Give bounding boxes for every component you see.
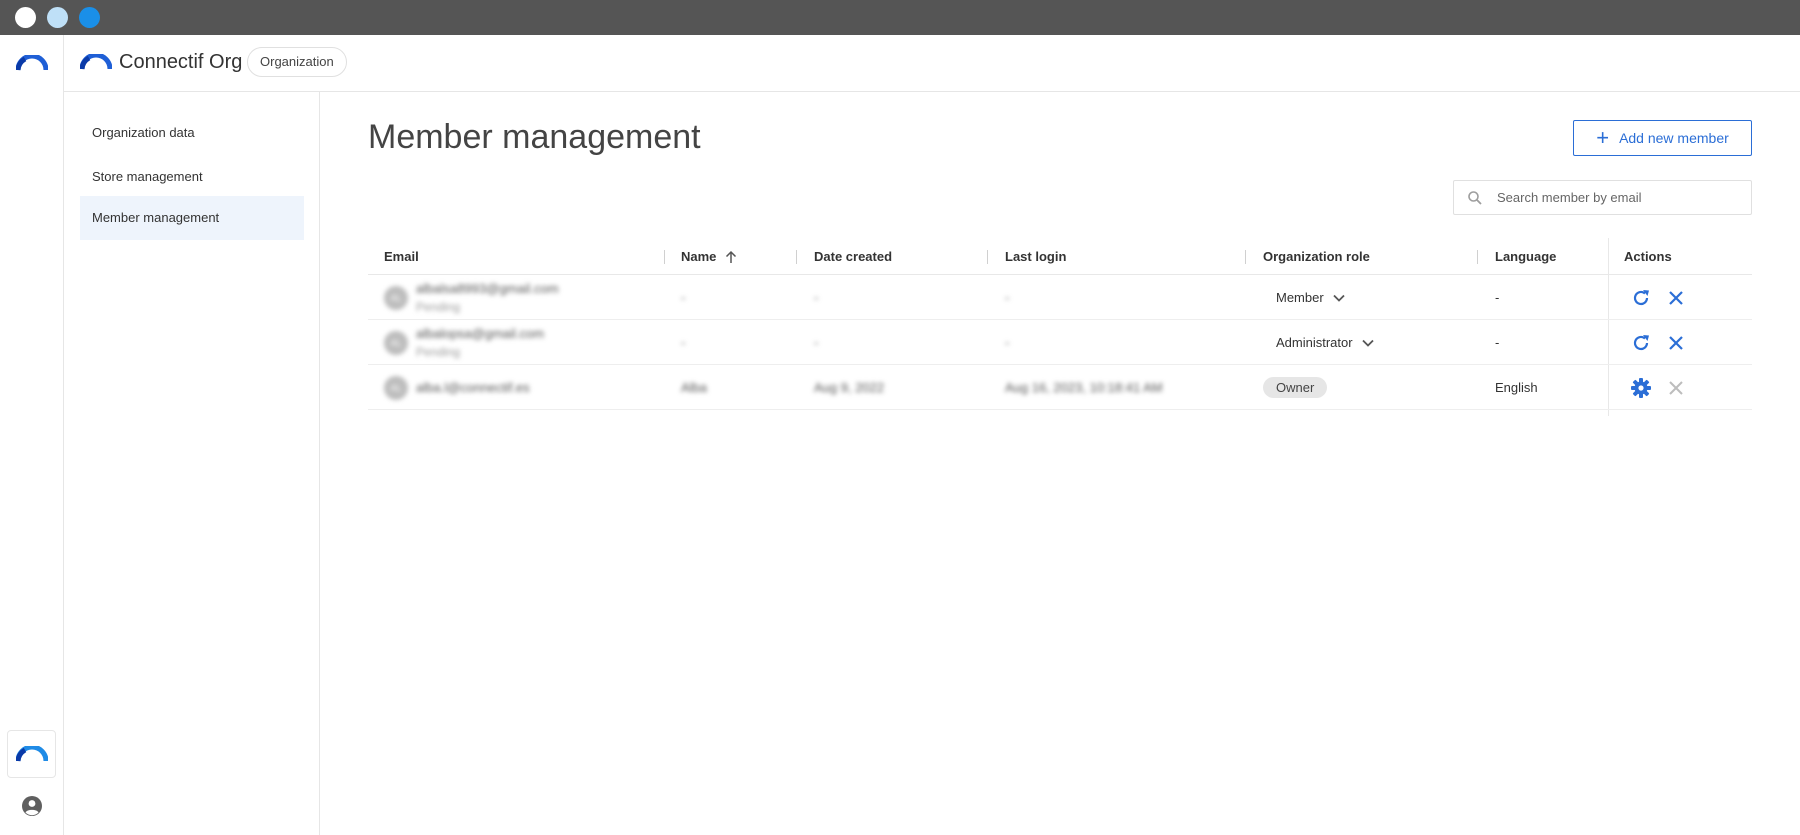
owner-role-badge: Owner <box>1263 377 1328 398</box>
column-header-name-label: Name <box>681 249 717 264</box>
settings-sidebar: Organization data Store management Membe… <box>64 92 320 835</box>
row-actions <box>1630 365 1686 410</box>
chevron-down-icon <box>1361 339 1374 347</box>
member-name: Alba <box>681 380 708 395</box>
org-type-badge: Organization <box>247 47 347 77</box>
refresh-icon <box>1633 289 1649 305</box>
search-member-input[interactable] <box>1497 190 1737 205</box>
member-language: - <box>1495 290 1500 305</box>
window-minimize-button[interactable] <box>47 7 68 28</box>
column-header-date-created[interactable]: Date created <box>814 238 892 275</box>
role-dropdown[interactable]: Member <box>1276 275 1346 320</box>
member-date-created: Aug 9, 2022 <box>814 380 885 395</box>
member-settings-button[interactable] <box>1630 377 1652 399</box>
org-switcher-button[interactable] <box>7 730 56 778</box>
member-name: - <box>681 290 686 305</box>
main-content: Member management + Add new member Email… <box>320 92 1800 835</box>
member-language: English <box>1495 380 1538 395</box>
chevron-down-icon <box>1333 294 1345 302</box>
row-actions <box>1630 320 1686 365</box>
role-dropdown-value: Administrator <box>1276 335 1353 350</box>
member-last-login: - <box>1005 335 1010 350</box>
org-name: Connectif Org <box>119 51 243 73</box>
close-icon <box>1669 335 1683 350</box>
window-titlebar <box>0 0 1800 35</box>
column-header-name[interactable]: Name <box>681 238 738 275</box>
page-title: Member management <box>368 118 701 156</box>
table-row: AL alba.l@connectif.es Alba Aug 9, 2022 … <box>368 365 1752 410</box>
member-email: albalsa8993@gmail.com <box>416 280 559 296</box>
add-new-member-label: Add new member <box>1619 130 1729 146</box>
connectif-logo-icon <box>15 746 48 762</box>
owner-role-cell: Owner <box>1263 365 1328 410</box>
close-icon <box>1669 380 1683 395</box>
member-email: alba.l@connectif.es <box>416 379 530 395</box>
app-rail <box>0 35 64 835</box>
window-maximize-button[interactable] <box>79 7 100 28</box>
role-dropdown[interactable]: Administrator <box>1276 320 1375 365</box>
resend-invitation-button[interactable] <box>1630 287 1652 309</box>
add-new-member-button[interactable]: + Add new member <box>1573 120 1752 156</box>
refresh-icon <box>1633 334 1649 350</box>
member-status: Pending <box>416 299 461 314</box>
member-email-cell: AL alba.l@connectif.es <box>384 365 530 410</box>
top-header: Connectif Org Organization <box>64 35 1800 92</box>
plus-icon: + <box>1596 125 1610 150</box>
sidebar-item-organization-data[interactable]: Organization data <box>80 111 304 155</box>
column-header-actions: Actions <box>1624 249 1672 264</box>
avatar: AL <box>384 330 408 355</box>
member-email-cell: AL albalsa8993@gmail.com Pending <box>384 275 559 320</box>
avatar: AL <box>384 285 408 310</box>
remove-member-button-disabled <box>1666 378 1686 398</box>
gear-icon <box>1631 377 1651 398</box>
member-language: - <box>1495 335 1500 350</box>
remove-member-button[interactable] <box>1666 333 1686 353</box>
column-header-email[interactable]: Email <box>384 238 419 275</box>
sidebar-item-member-management[interactable]: Member management <box>80 196 304 240</box>
member-email-cell: AL albalopsa@gmail.com Pending <box>384 320 544 365</box>
member-email: albalopsa@gmail.com <box>416 325 545 341</box>
members-table: Email Name Date created Last login Organ… <box>368 238 1752 416</box>
column-separator[interactable] <box>664 250 665 264</box>
user-circle-icon[interactable] <box>20 794 44 823</box>
resend-invitation-button[interactable] <box>1630 332 1652 354</box>
window-close-button[interactable] <box>15 7 36 28</box>
member-status: Pending <box>416 344 461 359</box>
row-actions <box>1630 275 1686 320</box>
column-separator[interactable] <box>1477 250 1478 264</box>
remove-member-button[interactable] <box>1666 288 1686 308</box>
member-name: - <box>681 335 686 350</box>
member-date-created: - <box>814 335 819 350</box>
close-icon <box>1669 290 1683 305</box>
table-header: Email Name Date created Last login Organ… <box>368 238 1752 275</box>
search-box <box>1453 180 1752 215</box>
connectif-logo-icon[interactable] <box>15 53 49 76</box>
connectif-logo-icon <box>79 52 113 75</box>
column-separator[interactable] <box>1245 250 1246 264</box>
table-row: AL albalsa8993@gmail.com Pending - - - M… <box>368 275 1752 320</box>
column-header-language[interactable]: Language <box>1495 238 1556 275</box>
search-icon <box>1467 190 1483 206</box>
column-header-organization-role[interactable]: Organization role <box>1263 238 1370 275</box>
sidebar-item-store-management[interactable]: Store management <box>80 155 304 199</box>
member-last-login: - <box>1005 290 1010 305</box>
column-separator[interactable] <box>796 250 797 264</box>
avatar: AL <box>384 375 408 400</box>
table-row: AL albalopsa@gmail.com Pending - - - Adm… <box>368 320 1752 365</box>
member-last-login: Aug 16, 2023, 10:18:41 AM <box>1005 380 1163 395</box>
column-separator[interactable] <box>987 250 988 264</box>
column-header-last-login[interactable]: Last login <box>1005 238 1066 275</box>
sort-arrow-up-icon[interactable] <box>724 250 738 264</box>
member-date-created: - <box>814 290 819 305</box>
role-dropdown-value: Member <box>1276 290 1324 305</box>
